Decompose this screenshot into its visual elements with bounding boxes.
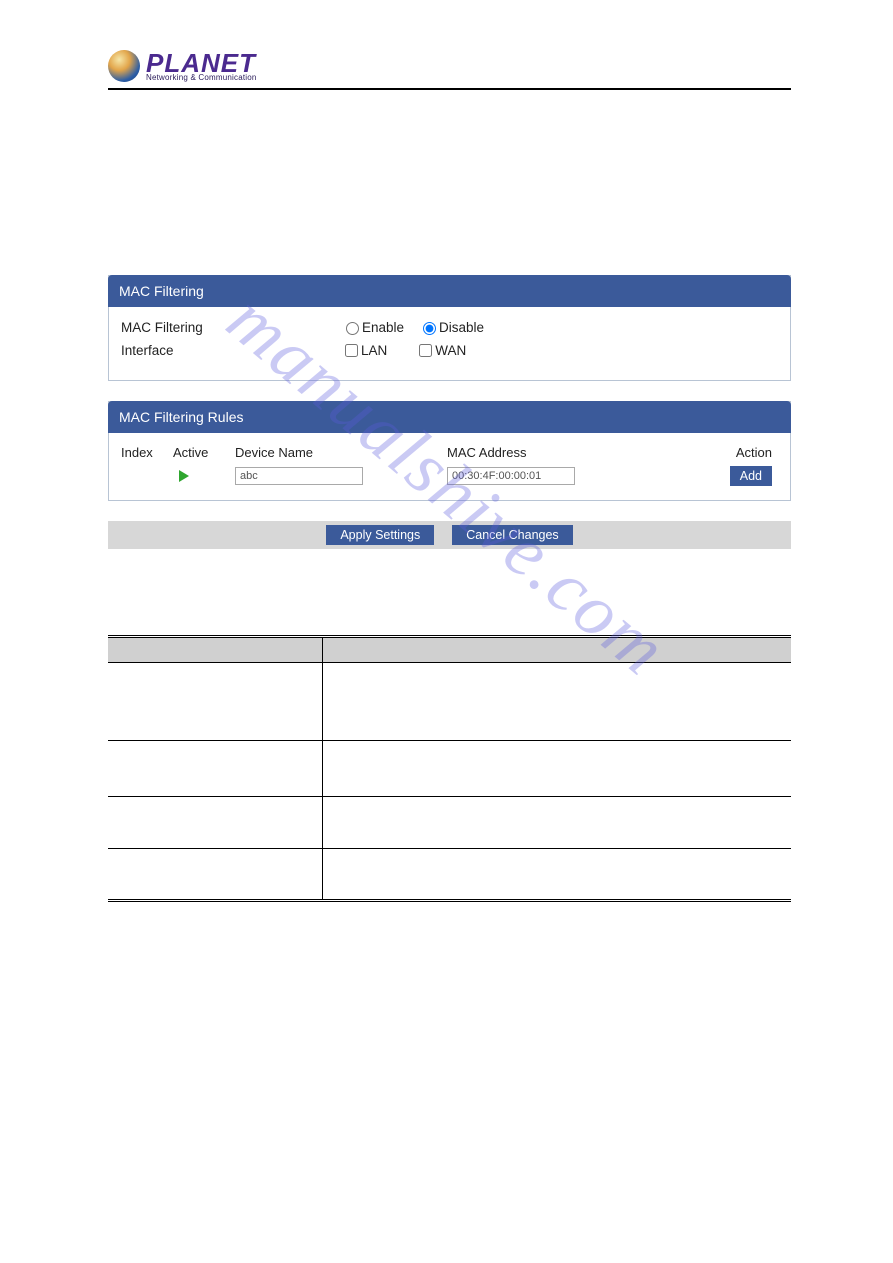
mac-filtering-disable-option[interactable]: Disable xyxy=(418,319,484,335)
page-header: PLANET Networking & Communication xyxy=(108,50,791,90)
interface-lan-option[interactable]: LAN xyxy=(341,341,387,360)
rules-header-row: Index Active Device Name MAC Address Act… xyxy=(121,445,778,460)
enable-label: Enable xyxy=(362,320,404,335)
col-mac-header: MAC Address xyxy=(447,445,665,460)
mac-rules-panel-title: MAC Filtering Rules xyxy=(108,401,791,433)
logo-tagline: Networking & Communication xyxy=(146,74,257,82)
mac-filtering-enable-option[interactable]: Enable xyxy=(341,319,404,335)
mac-filtering-panel-title: MAC Filtering xyxy=(108,275,791,307)
interface-wan-option[interactable]: WAN xyxy=(415,341,466,360)
col-active-header: Active xyxy=(173,445,235,460)
wan-label: WAN xyxy=(435,343,466,358)
col-device-header: Device Name xyxy=(235,445,447,460)
device-name-input[interactable] xyxy=(235,467,363,485)
active-play-icon[interactable] xyxy=(179,470,189,482)
config-screenshot: MAC Filtering MAC Filtering Enable Disab… xyxy=(108,275,791,549)
doc-table-row xyxy=(108,741,791,797)
mac-filtering-enable-radio[interactable] xyxy=(346,322,359,335)
doc-table-header-row xyxy=(108,637,791,663)
mac-address-input[interactable] xyxy=(447,467,575,485)
interface-wan-checkbox[interactable] xyxy=(419,344,432,357)
apply-settings-button[interactable]: Apply Settings xyxy=(326,525,434,545)
col-action-header: Action xyxy=(665,445,778,460)
col-index-header: Index xyxy=(121,445,173,460)
doc-table-header-description xyxy=(322,637,791,663)
action-bar: Apply Settings Cancel Changes xyxy=(108,521,791,549)
mac-filtering-disable-radio[interactable] xyxy=(423,322,436,335)
cancel-changes-button[interactable]: Cancel Changes xyxy=(452,525,572,545)
mac-rules-panel: MAC Filtering Rules Index Active Device … xyxy=(108,401,791,501)
mac-filtering-panel: MAC Filtering MAC Filtering Enable Disab… xyxy=(108,275,791,381)
doc-table-row xyxy=(108,797,791,849)
doc-parameter-table xyxy=(108,635,791,902)
mac-filtering-label: MAC Filtering xyxy=(121,320,341,335)
doc-table-row xyxy=(108,663,791,741)
add-button[interactable]: Add xyxy=(730,466,772,486)
interface-label: Interface xyxy=(121,343,341,358)
table-row: Add xyxy=(121,466,778,486)
mac-filtering-row: MAC Filtering Enable Disable xyxy=(121,319,778,335)
disable-label: Disable xyxy=(439,320,484,335)
interface-lan-checkbox[interactable] xyxy=(345,344,358,357)
logo-text: PLANET Networking & Communication xyxy=(146,50,257,82)
interface-row: Interface LAN WAN xyxy=(121,341,778,360)
doc-table-row xyxy=(108,849,791,901)
lan-label: LAN xyxy=(361,343,387,358)
logo-orb-icon xyxy=(108,50,140,82)
doc-table-header-object xyxy=(108,637,322,663)
